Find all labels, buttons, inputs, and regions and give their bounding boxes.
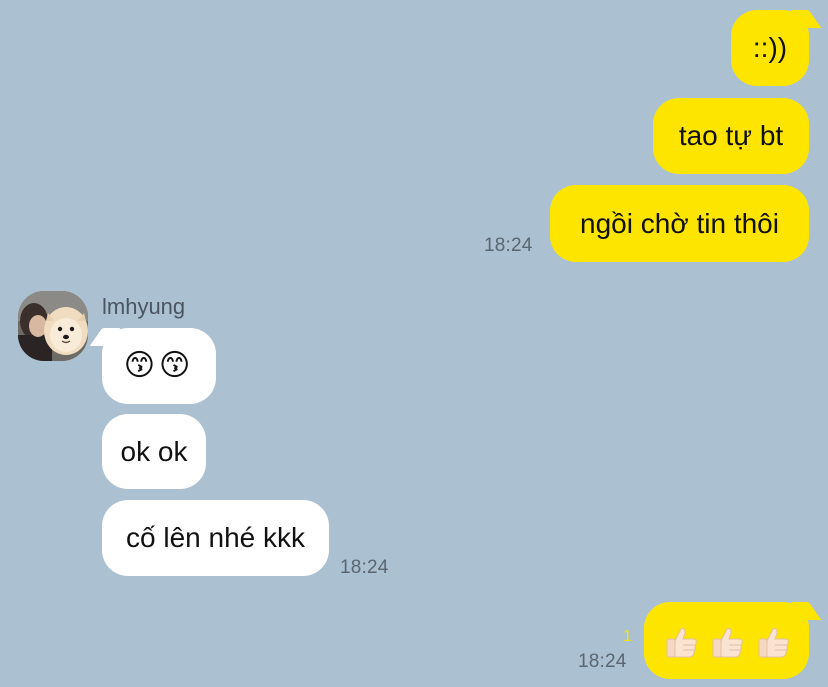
message-text: ok ok — [120, 435, 188, 467]
unread-count: 1 — [623, 628, 632, 645]
my-message-bubble[interactable] — [644, 602, 809, 679]
message-text: ngồi chờ tin thôi — [580, 207, 779, 239]
avatar-dog-photo — [18, 291, 88, 361]
message-text: cố lên nhé kkk — [126, 522, 305, 553]
chat-room: ::)) tao tự bt ngồi chờ tin thôi 18:24 l… — [0, 0, 828, 687]
my-message-bubble[interactable]: tao tự bt — [653, 98, 809, 174]
message-timestamp: 18:24 — [340, 557, 389, 578]
my-message-bubble[interactable]: ngồi chờ tin thôi — [550, 185, 809, 262]
avatar[interactable] — [18, 291, 88, 361]
message-timestamp: 18:24 — [484, 235, 533, 256]
thumbs-up-icon — [758, 627, 789, 657]
their-message-bubble[interactable]: cố lên nhé kkk — [102, 500, 329, 576]
sender-name: lmhyung — [102, 294, 186, 319]
their-message-bubble[interactable]: 😙😙 — [102, 328, 216, 404]
message-text: ::)) — [752, 32, 788, 63]
thumbs-up-icon — [666, 627, 697, 657]
message-text: tao tự bt — [678, 120, 784, 151]
thumbs-up-icon — [712, 627, 743, 657]
my-message-bubble[interactable]: ::)) — [731, 10, 809, 86]
message-timestamp: 18:24 — [578, 651, 627, 672]
their-message-bubble[interactable]: ok ok — [102, 414, 206, 489]
kissing-face-icon: 😙😙 — [123, 348, 195, 383]
